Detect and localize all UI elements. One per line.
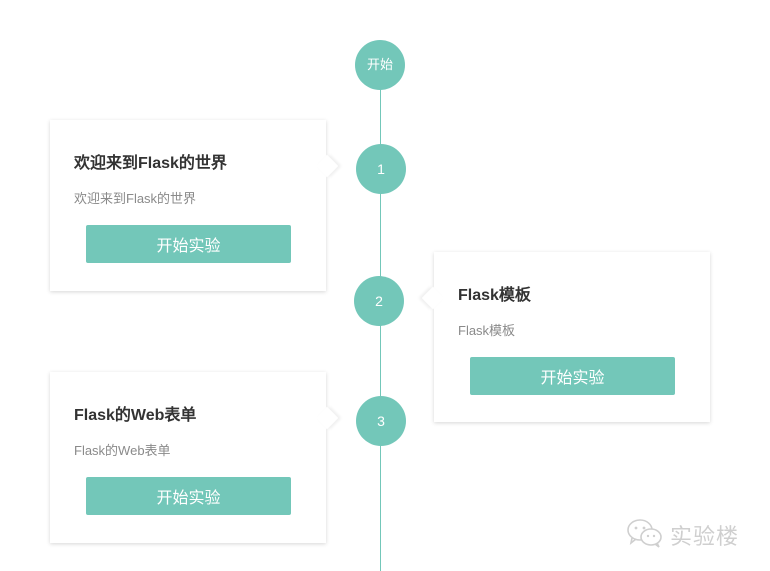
start-experiment-button-3[interactable]: 开始实验 [86,477,291,515]
wechat-icon [626,518,664,553]
step-card-2: Flask模板 Flask模板 开始实验 [434,252,710,422]
step-description-2: Flask模板 [458,323,516,338]
timeline-node-number-1: 1 [377,161,385,177]
timeline-start-label: 开始 [366,57,393,72]
timeline-node-2: 2 [354,276,404,326]
watermark-text: 实验楼 [670,524,740,549]
timeline-start-node: 开始 [355,40,405,90]
start-experiment-button-2[interactable]: 开始实验 [470,357,675,395]
watermark: 实验楼 [626,518,739,552]
step-card-3: Flask的Web表单 Flask的Web表单 开始实验 [50,372,326,543]
step-card-1: 欢迎来到Flask的世界 欢迎来到Flask的世界 开始实验 [50,120,326,291]
step-description-1: 欢迎来到Flask的世界 [74,191,197,206]
timeline-node-3: 3 [356,396,406,446]
timeline-node-number-3: 3 [377,413,385,429]
start-experiment-button-1[interactable]: 开始实验 [86,225,291,263]
step-description-3: Flask的Web表单 [74,443,171,458]
step-title-3: Flask的Web表单 [74,407,197,424]
step-title-2: Flask模板 [458,287,531,304]
timeline-node-1: 1 [356,144,406,194]
timeline-node-number-2: 2 [375,293,383,309]
step-title-1: 欢迎来到Flask的世界 [74,155,227,172]
